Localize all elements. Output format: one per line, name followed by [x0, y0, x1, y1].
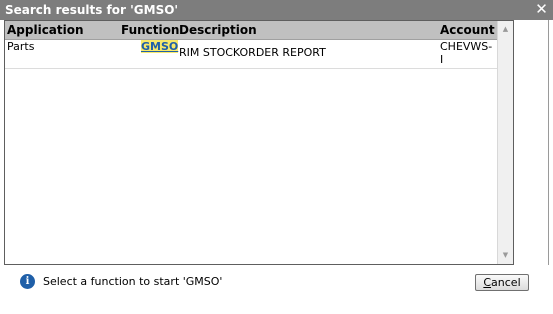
dialog-title: Search results for 'GMSO' [5, 3, 179, 17]
cell-account: CHEVWS-I [440, 40, 493, 66]
scroll-up-icon[interactable]: ▲ [500, 24, 511, 35]
status-text: Select a function to start 'GMSO' [43, 275, 223, 288]
column-header-account[interactable]: Account [440, 23, 495, 37]
function-link[interactable]: GMSO [141, 40, 179, 53]
column-header-description[interactable]: Description [179, 23, 257, 37]
cancel-label: ancel [491, 276, 521, 289]
cancel-label-accel: C [483, 276, 492, 289]
results-list: Application Function Description Account… [4, 20, 514, 265]
cancel-button[interactable]: Cancel [475, 274, 529, 291]
side-panel-border [514, 20, 549, 265]
dialog-titlebar[interactable]: Search results for 'GMSO' ✕ [0, 0, 553, 20]
vertical-scrollbar[interactable]: ▲ ▼ [497, 21, 513, 264]
cell-application: Parts [7, 40, 35, 53]
column-header-application[interactable]: Application [7, 23, 84, 37]
cell-description: RIM STOCKORDER REPORT [179, 46, 326, 59]
scroll-down-icon[interactable]: ▼ [500, 250, 511, 261]
search-results-dialog: Search results for 'GMSO' ✕ Application … [0, 0, 553, 314]
close-icon[interactable]: ✕ [535, 2, 548, 17]
table-row[interactable]: Parts GMSO RIM STOCKORDER REPORT CHEVWS-… [5, 40, 498, 69]
column-header-function[interactable]: Function [121, 23, 179, 37]
results-header: Application Function Description Account [5, 21, 498, 40]
info-icon: i [20, 274, 35, 289]
